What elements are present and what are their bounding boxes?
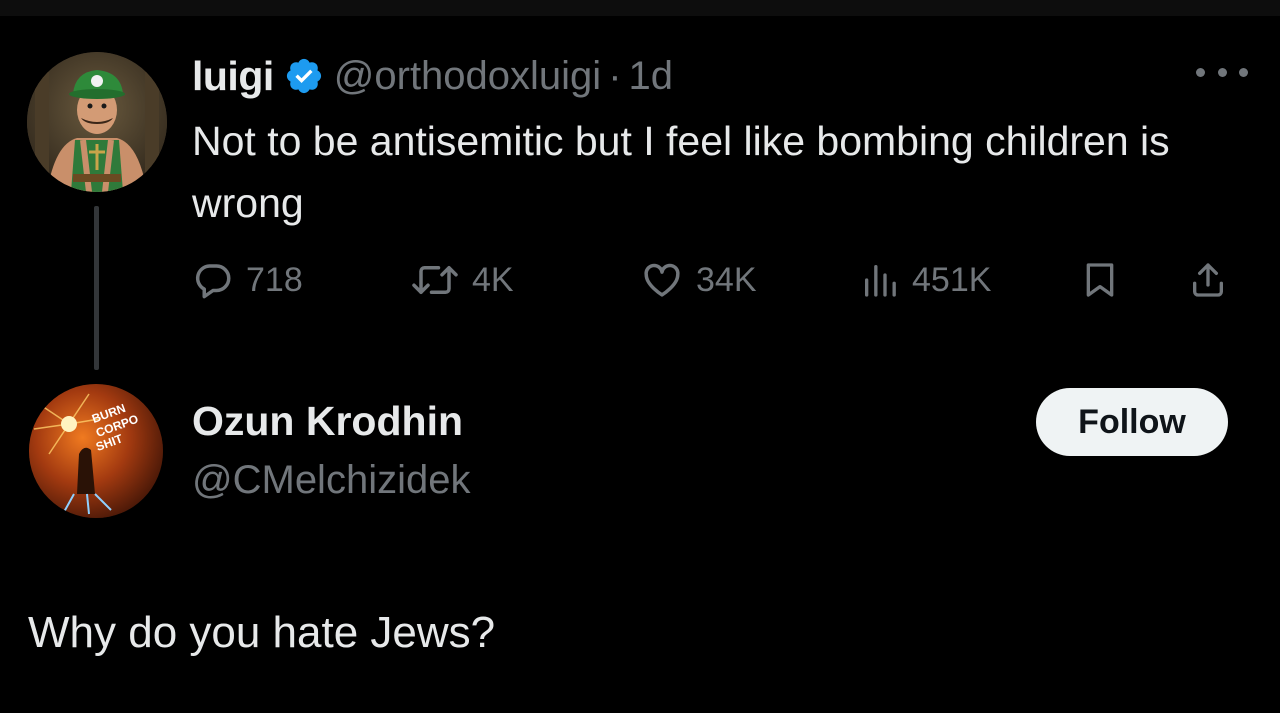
repost-count: 4K	[472, 260, 514, 299]
reply-button[interactable]: 718	[192, 252, 303, 308]
header-separator: ·	[608, 53, 622, 98]
parent-tweet-text: Not to be antisemitic but I feel like bo…	[192, 118, 1170, 226]
more-dot	[1196, 67, 1205, 77]
reply-count: 718	[246, 260, 303, 299]
verified-badge-icon	[286, 58, 321, 94]
reply-author-name[interactable]: Ozun Krodhin	[192, 398, 463, 445]
ozun-avatar[interactable]: BURN CORPO SHIT	[29, 384, 163, 518]
heart-icon	[644, 263, 680, 297]
more-dot	[1217, 67, 1227, 77]
reply-author-handle[interactable]: @CMelchizidek	[192, 458, 470, 503]
ozun-avatar-image: BURN CORPO SHIT	[29, 384, 163, 518]
repost-icon	[412, 266, 458, 294]
thread-connector-line	[94, 206, 99, 370]
luigi-avatar-image	[27, 52, 167, 192]
bookmark-button[interactable]	[1080, 252, 1120, 308]
parent-tweet-header: luigi @orthodoxluigi · 1d	[192, 52, 673, 100]
parent-tweet-time[interactable]: 1d	[629, 54, 674, 99]
views-button[interactable]: 451K	[860, 252, 991, 308]
parent-author-name[interactable]: luigi	[192, 53, 274, 100]
views-icon	[865, 265, 896, 297]
tweet-action-bar: 718 4K 34K 451K	[192, 252, 1252, 308]
share-icon	[1193, 263, 1223, 297]
reply-icon	[195, 264, 231, 299]
more-dot	[1239, 67, 1248, 77]
bookmark-icon	[1086, 263, 1114, 297]
luigi-avatar[interactable]	[27, 52, 167, 192]
views-count: 451K	[912, 260, 992, 299]
parent-author-handle[interactable]: @orthodoxluigi	[334, 54, 601, 99]
top-bar	[0, 0, 1280, 16]
share-button[interactable]	[1188, 252, 1228, 308]
more-options-icon[interactable]	[1196, 52, 1248, 92]
reply-tweet-text: Why do you hate Jews?	[28, 608, 496, 657]
like-count: 34K	[696, 260, 757, 299]
follow-button[interactable]: Follow	[1036, 388, 1228, 456]
repost-button[interactable]: 4K	[410, 252, 514, 308]
like-button[interactable]: 34K	[640, 252, 757, 308]
